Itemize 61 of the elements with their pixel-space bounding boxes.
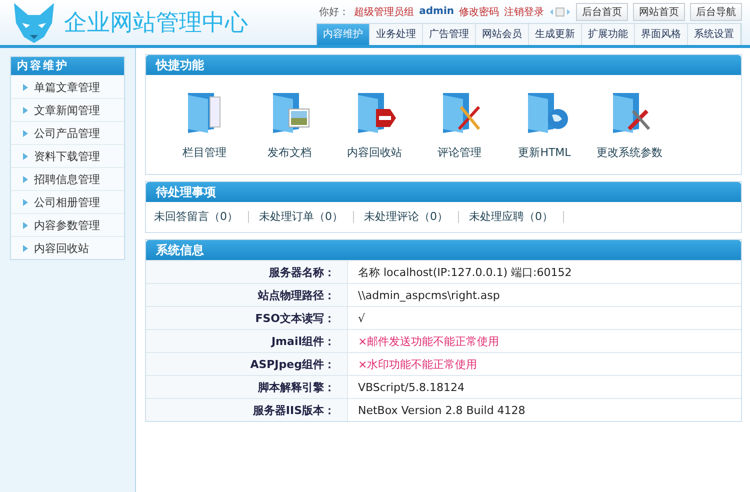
info-label: FSO文本读写： (146, 306, 348, 329)
info-value: NetBox Version 2.8 Build 4128 (348, 398, 741, 421)
sidebar-item[interactable]: 文章新闻管理 (11, 98, 124, 121)
nav-tab[interactable]: 生成更新 (529, 24, 582, 45)
sidebar-title: 内容维护 (11, 57, 124, 75)
sidebar-item[interactable]: 公司产品管理 (11, 121, 124, 144)
nav-tab[interactable]: 业务处理 (370, 24, 423, 45)
info-value: √ (348, 306, 741, 329)
pending-link[interactable]: 未处理订单（0） (259, 209, 343, 224)
username: admin (419, 6, 454, 17)
info-label: 站点物理路径： (146, 283, 348, 306)
nav-tab[interactable]: 界面风格 (635, 24, 688, 45)
nav-tab[interactable]: 系统设置 (688, 24, 741, 45)
info-label: 服务器名称： (146, 260, 348, 283)
site-title: 企业网站管理中心 (64, 9, 248, 38)
info-label: 服务器IIS版本： (146, 398, 348, 421)
panel-title: 系统信息 (146, 240, 741, 260)
arrow-icon (23, 130, 28, 136)
sidebar-item[interactable]: 内容参数管理 (11, 213, 124, 236)
info-value: 名称 localhost(IP:127.0.0.1) 端口:60152 (348, 260, 741, 283)
shortcut-link[interactable]: 更改系统参数 (587, 89, 672, 160)
header-button[interactable]: 后台导航 (690, 2, 742, 20)
header-button[interactable]: 后台首页 (576, 2, 628, 20)
info-label: ASPJpeg组件： (146, 352, 348, 375)
shortcut-link[interactable]: 发布文档 (247, 89, 332, 160)
role-label: 超级管理员组 (354, 6, 414, 18)
sidebar-item[interactable]: 资料下载管理 (11, 144, 124, 167)
pending-link[interactable]: 未处理应聘（0） (469, 209, 553, 224)
pending-link[interactable]: 未回答留言（0） (154, 209, 238, 224)
arrow-icon (23, 222, 28, 228)
panel-title: 快捷功能 (146, 55, 741, 75)
shortcut-link[interactable]: 更新HTML (502, 89, 587, 160)
shortcut-link[interactable]: 栏目管理 (162, 89, 247, 160)
arrow-icon (23, 84, 28, 90)
info-value: \\admin_aspcms\right.asp (348, 283, 741, 306)
info-label: 脚本解释引擎： (146, 375, 348, 398)
nav-tab[interactable]: 网站会员 (476, 24, 529, 45)
greeting-label: 你好： (319, 6, 350, 18)
info-label: Jmail组件： (146, 329, 348, 352)
info-value: ×邮件发送功能不能正常使用 (348, 329, 741, 352)
arrow-icon (23, 176, 28, 182)
nav-tab[interactable]: 广告管理 (423, 24, 476, 45)
sidebar-item[interactable]: 内容回收站 (11, 236, 124, 259)
header-link[interactable]: 注销登录 (504, 4, 544, 18)
info-value: ×水印功能不能正常使用 (348, 352, 741, 375)
arrow-icon (23, 106, 28, 114)
header-link[interactable]: 修改密码 (459, 4, 499, 18)
arrow-icon (23, 244, 28, 252)
info-value: VBScript/5.8.18124 (348, 375, 741, 398)
arrow-icon (23, 152, 28, 160)
shortcut-link[interactable]: 评论管理 (417, 89, 502, 160)
nav-tab[interactable]: 扩展功能 (582, 24, 635, 45)
pager-icon (549, 6, 571, 16)
arrow-icon (23, 198, 28, 206)
header-button[interactable]: 网站首页 (633, 2, 685, 20)
shortcut-link[interactable]: 内容回收站 (332, 89, 417, 160)
pending-link[interactable]: 未处理评论（0） (364, 209, 448, 224)
sidebar-item[interactable]: 单篇文章管理 (11, 75, 124, 98)
panel-title: 待处理事项 (146, 182, 741, 202)
sidebar-item[interactable]: 公司相册管理 (11, 190, 124, 213)
sidebar-item[interactable]: 招聘信息管理 (11, 167, 124, 190)
